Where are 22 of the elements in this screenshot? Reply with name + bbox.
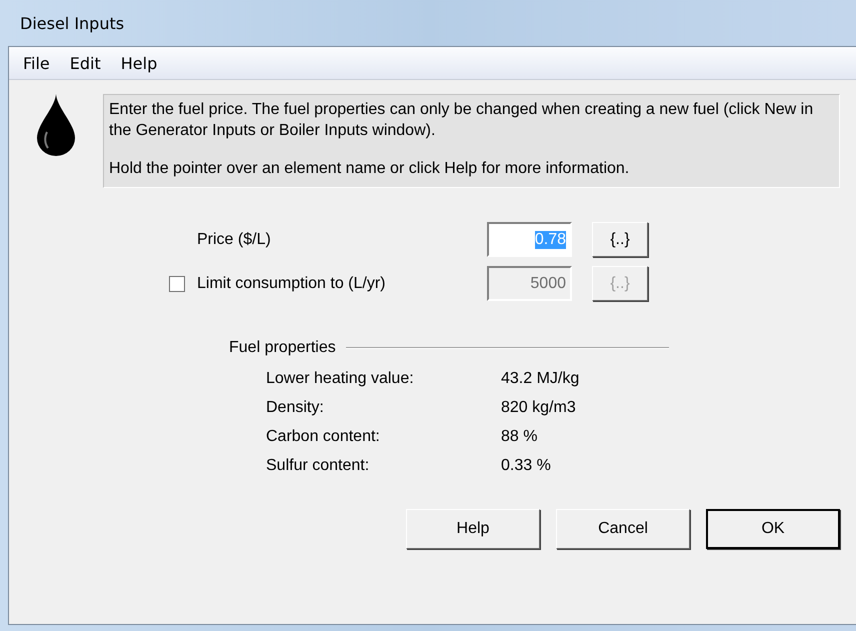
property-label: Sulfur content: — [266, 457, 370, 475]
property-value: 43.2 MJ/kg — [501, 370, 580, 388]
dialog-button[interactable]: Cancel — [556, 509, 690, 549]
property-label: Lower heating value: — [266, 370, 415, 388]
edit-values-button[interactable]: {..} — [592, 222, 648, 257]
property-label: Density: — [266, 399, 325, 417]
window-title: Diesel Inputs — [20, 14, 124, 32]
property-value: 0.33 % — [501, 457, 552, 475]
limit-label: Limit consumption to (L/yr) — [197, 274, 387, 292]
price-label: Price ($/L) — [197, 230, 272, 248]
property-value: 88 % — [501, 428, 538, 446]
dialog-button[interactable]: Help — [406, 509, 540, 549]
dialog-button[interactable]: OK — [706, 509, 840, 549]
menu-item[interactable]: File — [15, 52, 58, 74]
menu-item[interactable]: Edit — [62, 52, 109, 74]
oil-drop-icon — [35, 94, 77, 156]
group-title: Fuel properties — [229, 339, 336, 357]
menu-item[interactable]: Help — [112, 52, 166, 74]
property-label: Carbon content: — [266, 428, 381, 446]
property-value: 820 kg/m3 — [501, 399, 577, 417]
info-text: Hold the pointer over an element name or click Help for more information. — [109, 159, 630, 179]
info-text: Enter the fuel price. The fuel properties can only be changed when creating a new fuel (click New in the Generator Inputs or Boiler Inputs window). — [109, 100, 814, 141]
